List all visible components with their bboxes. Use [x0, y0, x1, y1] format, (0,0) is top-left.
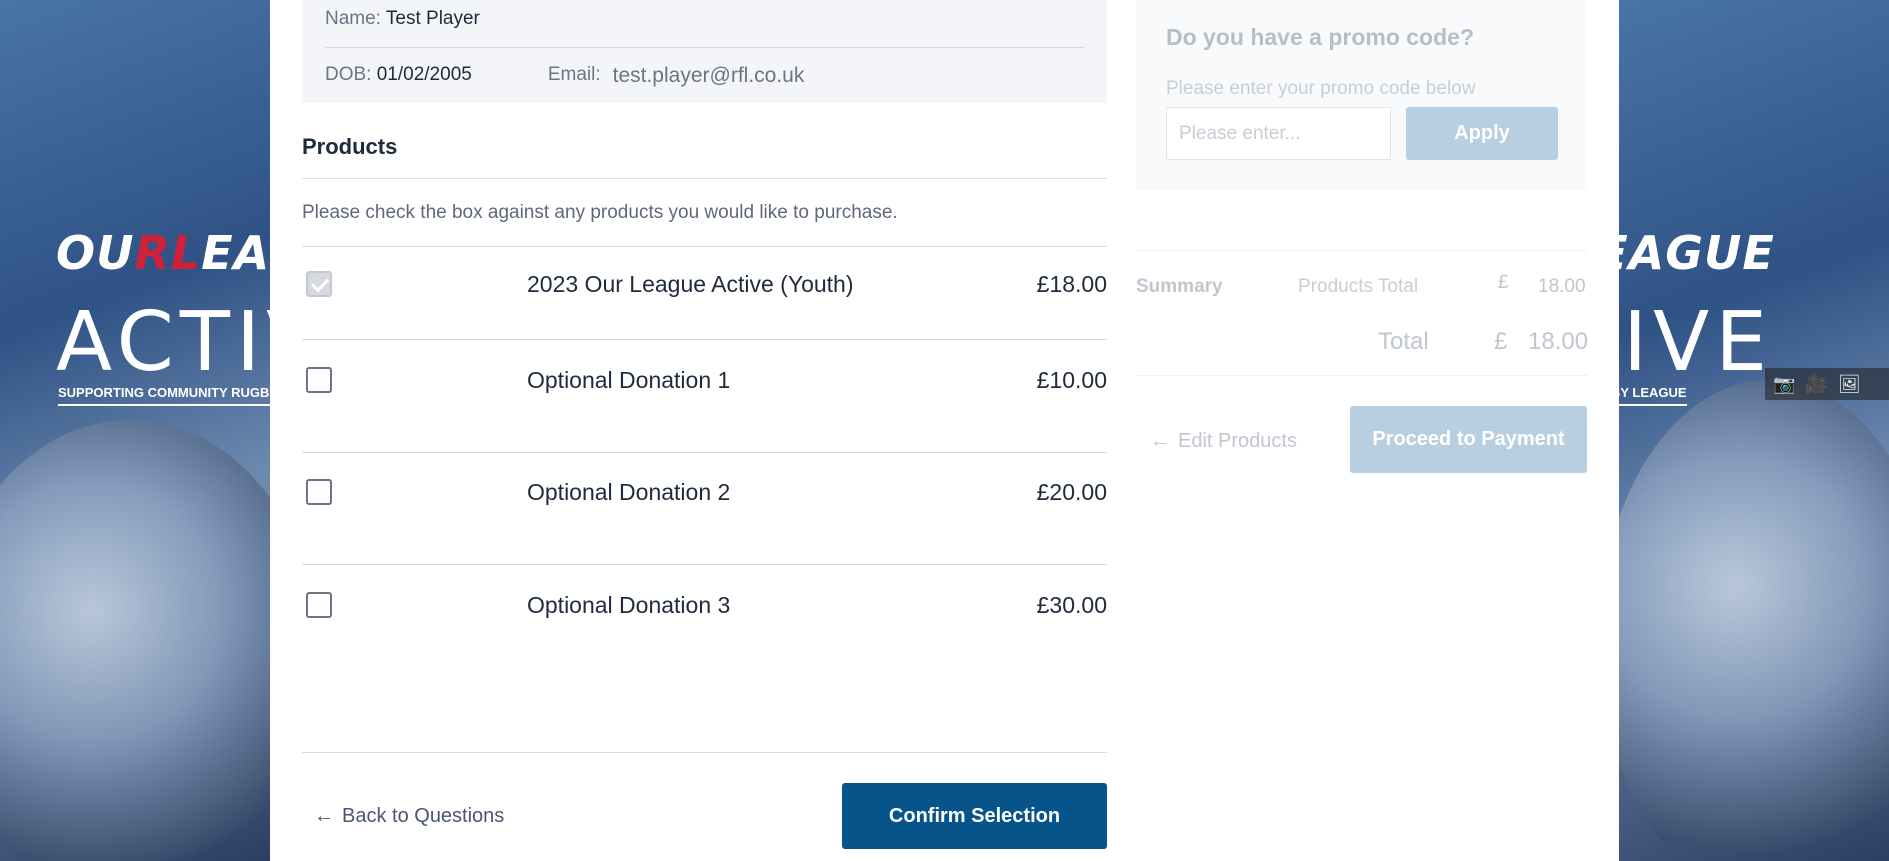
product-name: 2023 Our League Active (Youth) — [527, 271, 854, 297]
divider — [302, 246, 1107, 247]
brand-logo-line1-left: OURLEAGUE — [56, 226, 270, 280]
player-photo-left — [0, 420, 270, 861]
product-row[interactable]: 2023 Our League Active (Youth) £18.00 — [302, 271, 1107, 311]
product-checkbox[interactable] — [306, 592, 332, 618]
product-name: Optional Donation 1 — [527, 367, 731, 393]
divider — [325, 47, 1085, 48]
promo-code-input[interactable] — [1166, 107, 1391, 160]
back-to-questions-link[interactable]: ← Back to Questions — [314, 805, 504, 828]
brand-logo-line3-left: SUPPORTING COMMUNITY RUGBY LEAGUE — [58, 385, 270, 406]
apply-promo-button[interactable]: Apply — [1406, 107, 1558, 160]
arrow-left-icon: ← — [314, 805, 334, 827]
background-left-panel: OURLEAGUE ACTIVE SUPPORTING COMMUNITY RU… — [0, 0, 270, 861]
summary-label: Summary — [1136, 276, 1223, 297]
back-to-questions-label: Back to Questions — [342, 805, 505, 827]
player-photo-right — [1619, 380, 1889, 861]
divider — [302, 178, 1107, 179]
screenshot-extension-toolbar: 📷 🎥 🖼 — [1765, 368, 1889, 400]
products-hint: Please check the box against any product… — [302, 202, 898, 223]
divider — [302, 339, 1107, 340]
brand-logo-line2-left: ACTIVE — [56, 295, 270, 390]
player-details: Name: Test Player DOB: 01/02/2005 Email:… — [302, 0, 1107, 103]
total-value: 18.00 — [1528, 328, 1589, 355]
name-value: Test Player — [385, 8, 480, 29]
main-card: Name: Test Player DOB: 01/02/2005 Email:… — [270, 0, 1619, 861]
dob-label: DOB: — [325, 64, 372, 85]
products-heading: Products — [302, 134, 398, 159]
products-total-label: Products Total — [1298, 276, 1419, 297]
product-checkbox[interactable] — [306, 479, 332, 505]
product-name: Optional Donation 2 — [527, 479, 731, 505]
brand-logo-line3-right: SUPPORTING COMMUNITY RUGBY LEAGUE — [1619, 385, 1687, 406]
product-price: £20.00 — [1036, 479, 1107, 505]
divider — [1136, 375, 1587, 376]
email-label: Email: — [547, 64, 601, 85]
product-row[interactable]: Optional Donation 2 £20.00 — [302, 479, 1107, 519]
product-checkbox — [306, 271, 332, 297]
edit-products-link[interactable]: ← Edit Products — [1150, 430, 1297, 453]
product-row[interactable]: Optional Donation 3 £30.00 — [302, 592, 1107, 632]
products-total-value: 18.00 — [1538, 276, 1586, 297]
promo-code-panel: Do you have a promo code? Please enter y… — [1136, 0, 1587, 190]
products-total-currency: £ — [1498, 272, 1509, 293]
name-label: Name: — [325, 8, 381, 29]
promo-hint: Please enter your promo code below — [1166, 78, 1476, 99]
player-dob-email-row: DOB: 01/02/2005 Email: test.player@rfl.c… — [325, 64, 804, 88]
brand-logo-line1-right: OURLEAGUE — [1619, 226, 1775, 280]
divider — [302, 752, 1107, 753]
divider — [1136, 250, 1587, 251]
divider — [302, 564, 1107, 565]
image-icon[interactable]: 🖼 — [1838, 374, 1861, 395]
product-checkbox[interactable] — [306, 367, 332, 393]
email-value: test.player@rfl.co.uk — [612, 64, 805, 87]
product-row[interactable]: Optional Donation 1 £10.00 — [302, 367, 1107, 407]
edit-products-label: Edit Products — [1178, 430, 1297, 452]
player-name-row: Name: Test Player — [325, 8, 480, 30]
arrow-left-icon: ← — [1150, 430, 1170, 452]
total-currency: £ — [1494, 328, 1508, 355]
divider — [302, 452, 1107, 453]
confirm-selection-button[interactable]: Confirm Selection — [842, 783, 1107, 849]
promo-title: Do you have a promo code? — [1166, 24, 1474, 50]
proceed-to-payment-button[interactable]: Proceed to Payment — [1350, 406, 1587, 473]
total-label: Total — [1378, 328, 1429, 355]
brand-logo-line2-right: ACTIVE — [1619, 295, 1774, 390]
product-price: £30.00 — [1036, 592, 1107, 618]
background-right-panel: OURLEAGUE ACTIVE SUPPORTING COMMUNITY RU… — [1619, 0, 1889, 861]
camera-icon[interactable]: 📷 — [1773, 374, 1795, 395]
video-icon[interactable]: 🎥 — [1805, 374, 1827, 395]
dob-value: 01/02/2005 — [376, 64, 472, 85]
product-name: Optional Donation 3 — [527, 592, 731, 618]
product-price: £18.00 — [1036, 271, 1107, 297]
product-price: £10.00 — [1036, 367, 1107, 393]
